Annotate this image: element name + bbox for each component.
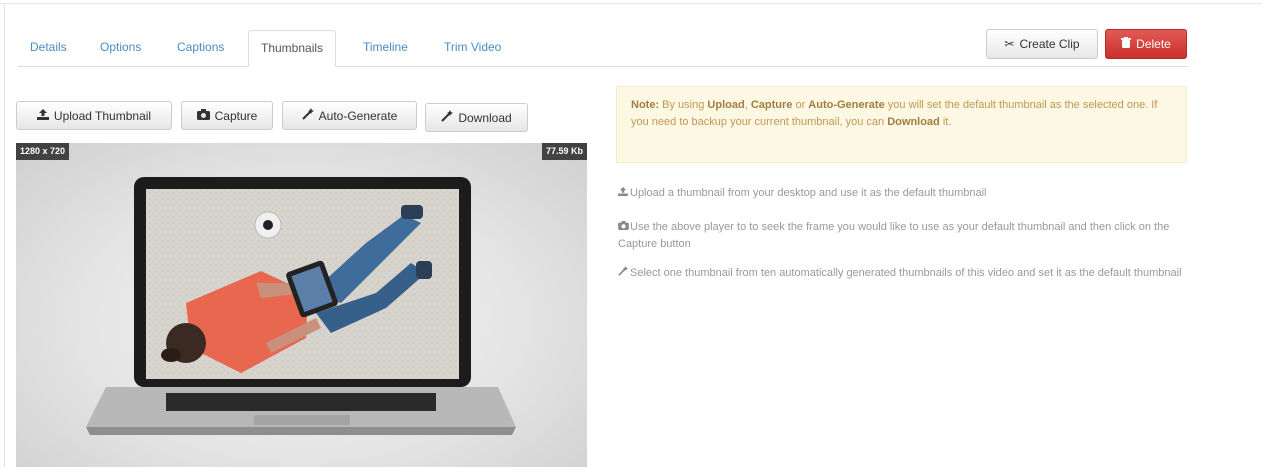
scissors-icon: ✂ <box>1004 37 1015 51</box>
note-keyword: Auto-Generate <box>808 99 885 111</box>
create-clip-button[interactable]: ✂ Create Clip <box>986 29 1098 59</box>
note-keyword: Upload <box>707 99 745 111</box>
delete-button[interactable]: Delete <box>1105 29 1187 59</box>
file-size-badge: 77.59 Kb <box>541 143 587 160</box>
note-alert: Note: By using Upload, Capture or Auto-G… <box>616 86 1187 163</box>
tab-details[interactable]: Details <box>18 30 79 65</box>
left-border <box>4 4 5 467</box>
magic-wand-icon <box>618 265 630 282</box>
delete-label: Delete <box>1136 37 1171 51</box>
thumbnail-preview: 1280 x 720 77.59 Kb <box>16 143 587 467</box>
upload-icon <box>618 185 630 202</box>
note-text: or <box>792 99 809 111</box>
note-keyword: Capture <box>750 99 793 111</box>
magic-wand-icon <box>301 108 314 123</box>
note-text: it. <box>939 116 952 128</box>
note-text: By using <box>659 99 708 111</box>
capture-button[interactable]: Capture <box>181 101 273 130</box>
magic-wand-icon <box>441 110 454 125</box>
tab-captions[interactable]: Captions <box>165 30 236 65</box>
tab-thumbnails[interactable]: Thumbnails <box>248 30 337 67</box>
upload-help: Upload a thumbnail from your desktop and… <box>618 185 1188 202</box>
top-divider <box>0 0 1262 4</box>
upload-thumbnail-button[interactable]: Upload Thumbnail <box>16 101 172 130</box>
tab-timeline[interactable]: Timeline <box>351 30 420 65</box>
capture-help: Use the above player to to seek the fram… <box>618 219 1188 253</box>
laptop-photo <box>86 177 516 435</box>
upload-icon <box>36 108 49 123</box>
download-button[interactable]: Download <box>425 103 528 132</box>
download-label: Download <box>458 110 512 125</box>
camera-icon <box>196 108 210 123</box>
capture-help-text: Use the above player to to seek the fram… <box>618 221 1170 250</box>
upload-thumbnail-label: Upload Thumbnail <box>53 108 152 123</box>
tab-trim-video[interactable]: Trim Video <box>432 30 513 65</box>
auto-generate-help-text: Select one thumbnail from ten automatica… <box>630 267 1182 279</box>
create-clip-label: Create Clip <box>1019 37 1080 51</box>
camera-icon <box>618 219 630 236</box>
trash-icon <box>1121 37 1132 51</box>
note-keyword: Download <box>887 116 940 128</box>
auto-generate-button[interactable]: Auto-Generate <box>282 101 417 130</box>
auto-generate-label: Auto-Generate <box>318 108 398 123</box>
note-prefix: Note: <box>631 99 660 111</box>
resolution-badge: 1280 x 720 <box>16 143 70 160</box>
upload-help-text: Upload a thumbnail from your desktop and… <box>630 187 987 199</box>
capture-label: Capture <box>214 108 258 123</box>
auto-generate-help: Select one thumbnail from ten automatica… <box>618 265 1188 282</box>
tab-options[interactable]: Options <box>88 30 153 65</box>
